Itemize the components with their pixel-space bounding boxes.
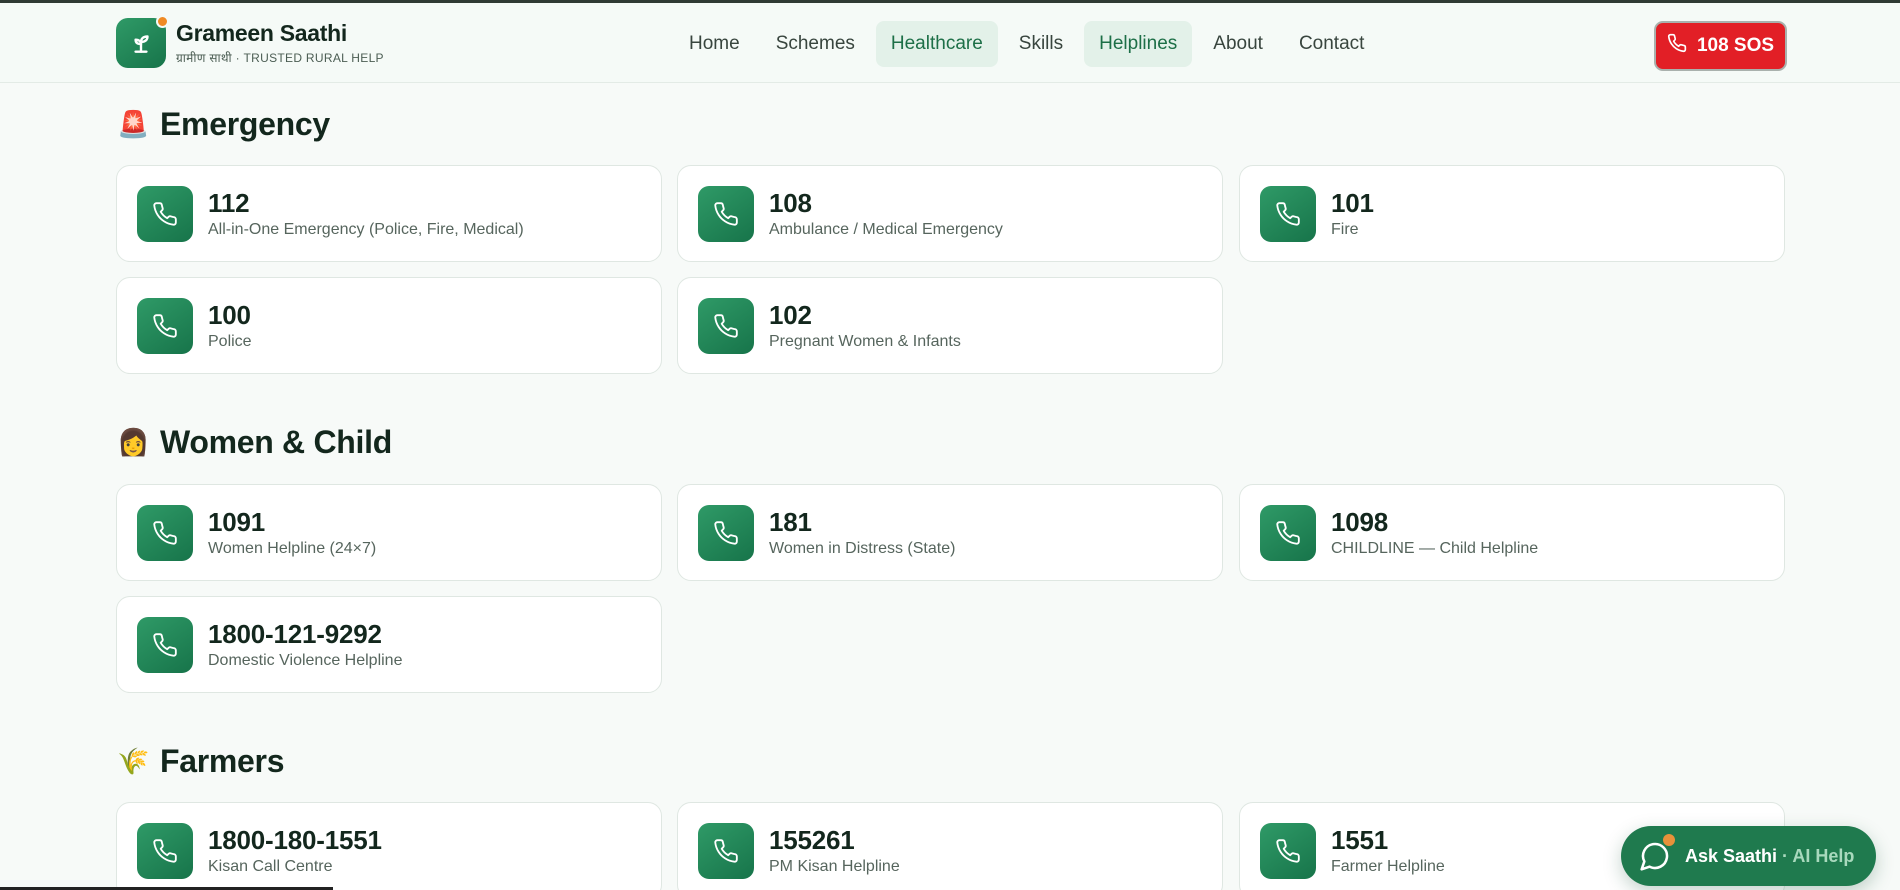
helpline-number: 112 [208, 188, 250, 218]
section-title-farmers: 🌾 Farmers [116, 743, 285, 780]
helpline-number: 100 [208, 300, 251, 330]
nav-contact[interactable]: Contact [1284, 21, 1379, 67]
brand-subtitle: ग्रामीण साथी · TRUSTED RURAL HELP [176, 51, 384, 65]
ask-saathi-button[interactable]: Ask Saathi · AI Help [1621, 826, 1876, 886]
helpline-card[interactable]: 155261 PM Kisan Helpline [677, 802, 1223, 890]
phone-icon[interactable] [698, 504, 754, 561]
helpline-description: All-in-One Emergency (Police, Fire, Medi… [208, 221, 524, 238]
section-heading: Women & Child [160, 424, 392, 460]
helpline-number: 1098 [1331, 507, 1389, 537]
site-header: Grameen Saathi ग्रामीण साथी · TRUSTED RU… [0, 3, 1900, 83]
helpline-card[interactable]: 102 Pregnant Women & Infants [677, 277, 1223, 374]
phone-icon[interactable] [698, 185, 754, 242]
helpline-number: 181 [769, 507, 812, 537]
helpline-description: Women Helpline (24×7) [208, 540, 377, 557]
helpline-description: Farmer Helpline [1331, 858, 1445, 875]
helpline-description: Women in Distress (State) [769, 540, 956, 557]
sos-label: 108 SOS [1696, 35, 1775, 56]
phone-icon[interactable] [1260, 822, 1316, 879]
helpline-number: 1800-121-9292 [208, 619, 382, 649]
phone-icon[interactable] [698, 822, 754, 879]
phone-icon[interactable] [137, 504, 193, 561]
chat-bubble-icon [1639, 834, 1675, 872]
helpline-description: Fire [1331, 221, 1359, 238]
helpline-description: Ambulance / Medical Emergency [769, 221, 1003, 238]
helpline-description: CHILDLINE — Child Helpline [1331, 540, 1539, 557]
helpline-card[interactable]: 181 Women in Distress (State) [677, 484, 1223, 581]
nav-home[interactable]: Home [674, 21, 755, 67]
phone-icon[interactable] [137, 185, 193, 242]
phone-icon[interactable] [137, 616, 193, 673]
section-heading: Farmers [160, 743, 285, 779]
sos-button[interactable]: 108 SOS [1654, 21, 1787, 71]
helpline-card[interactable]: 1098 CHILDLINE — Child Helpline [1239, 484, 1785, 581]
section-heading: Emergency [160, 106, 330, 142]
helpline-description: Domestic Violence Helpline [208, 652, 403, 669]
phone-icon [1667, 33, 1687, 59]
siren-icon: 🚨 [116, 109, 150, 139]
helpline-description: Kisan Call Centre [208, 858, 333, 875]
sprout-logo-icon [116, 15, 169, 68]
helpline-card[interactable]: 100 Police [116, 277, 662, 374]
helpline-card[interactable]: 101 Fire [1239, 165, 1785, 262]
helpline-number: 102 [769, 300, 812, 330]
phone-icon[interactable] [137, 297, 193, 354]
helpline-number: 101 [1331, 188, 1374, 218]
brand-name: Grameen Saathi [176, 20, 347, 46]
woman-icon: 👩 [116, 427, 150, 457]
nav-skills[interactable]: Skills [1004, 21, 1078, 67]
main-nav: Home Schemes Healthcare Skills Helplines… [674, 21, 1379, 67]
helpline-number: 1800-180-1551 [208, 825, 382, 855]
nav-helplines[interactable]: Helplines [1084, 21, 1193, 67]
helpline-description: PM Kisan Helpline [769, 858, 900, 875]
nav-healthcare[interactable]: Healthcare [875, 21, 998, 67]
helpline-number: 1091 [208, 507, 266, 537]
phone-icon[interactable] [698, 297, 754, 354]
helpline-card[interactable]: 1800-180-1551 Kisan Call Centre [116, 802, 662, 890]
ask-saathi-sublabel: · AI Help [1782, 845, 1855, 866]
helpline-card[interactable]: 108 Ambulance / Medical Emergency [677, 165, 1223, 262]
brand[interactable]: Grameen Saathi ग्रामीण साथी · TRUSTED RU… [116, 15, 384, 68]
wheat-icon: 🌾 [116, 746, 150, 776]
helpline-description: Pregnant Women & Infants [769, 333, 961, 350]
helpline-number: 108 [769, 188, 812, 218]
phone-icon[interactable] [1260, 504, 1316, 561]
phone-icon[interactable] [1260, 185, 1316, 242]
section-title-emergency: 🚨 Emergency [116, 106, 330, 143]
helpline-card[interactable]: 1091 Women Helpline (24×7) [116, 484, 662, 581]
helpline-description: Police [208, 333, 252, 350]
helpline-number: 155261 [769, 825, 855, 855]
ask-saathi-label: Ask Saathi [1685, 845, 1778, 866]
notification-dot [1663, 834, 1675, 846]
logo-dot [156, 15, 169, 28]
phone-icon[interactable] [137, 822, 193, 879]
section-title-women-child: 👩 Women & Child [116, 424, 392, 461]
nav-schemes[interactable]: Schemes [761, 21, 870, 67]
helpline-number: 1551 [1331, 825, 1389, 855]
helpline-card[interactable]: 112 All-in-One Emergency (Police, Fire, M… [116, 165, 662, 262]
nav-about[interactable]: About [1198, 21, 1278, 67]
helpline-card[interactable]: 1800-121-9292 Domestic Violence Helpline [116, 596, 662, 693]
